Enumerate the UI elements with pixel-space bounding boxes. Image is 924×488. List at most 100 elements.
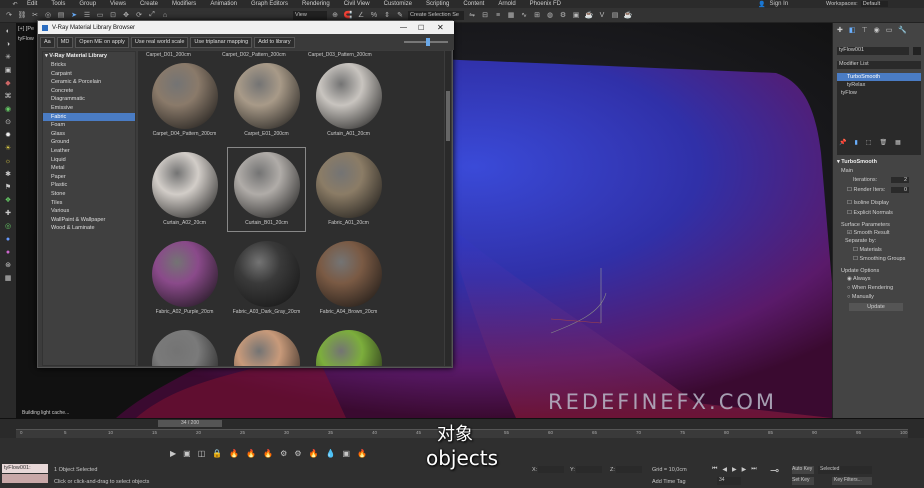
fire-icon[interactable]: 🔥	[357, 449, 367, 458]
material-tile[interactable]: Fabric_A01_20cm	[310, 148, 387, 231]
manually-radio[interactable]: ○ Manually	[837, 294, 921, 300]
render-frame-icon[interactable]: ▣	[571, 10, 581, 20]
dialog-titlebar[interactable]: V-Ray Material Library Browser — ☐ ✕	[38, 21, 454, 34]
strip-icon-4[interactable]: ▣	[3, 66, 13, 75]
z-field[interactable]	[616, 466, 642, 473]
place-icon[interactable]: ⌂	[160, 10, 170, 20]
scene-explorer-icon[interactable]: ▦	[506, 10, 516, 20]
snap-icon[interactable]: 🧲	[343, 10, 353, 20]
strip-icon-16[interactable]: ◎	[3, 222, 13, 231]
category-item[interactable]: Leather	[43, 147, 135, 156]
material-tile[interactable]: Fabric_A03_Dark_Gray_20cm	[228, 237, 305, 320]
maximize-icon[interactable]: ☐	[418, 24, 424, 32]
slider-thumb[interactable]	[426, 38, 430, 46]
add-to-library-button[interactable]: Add to library	[254, 36, 295, 48]
align-icon[interactable]: ⊟	[480, 10, 490, 20]
strip-icon-19[interactable]: ⊛	[3, 261, 13, 270]
menu-rendering[interactable]: Rendering	[295, 0, 337, 8]
category-item[interactable]: Ground	[43, 138, 135, 147]
category-item[interactable]: Carpaint	[43, 70, 135, 79]
category-item[interactable]: Tiles	[43, 199, 135, 208]
edit-named-sel-icon[interactable]: ✎	[395, 10, 405, 20]
strip-icon-14[interactable]: ❖	[3, 196, 13, 205]
object-name-field[interactable]: tyFlow001	[837, 47, 909, 55]
category-item[interactable]: Metal	[43, 164, 135, 173]
select-icon[interactable]: ➤	[69, 10, 79, 20]
menu-graph-editors[interactable]: Graph Editors	[244, 0, 295, 8]
workspace-select[interactable]: Default	[860, 1, 889, 7]
real-world-scale-button[interactable]: Use real world scale	[130, 36, 189, 48]
render-icon[interactable]: ☕	[584, 10, 594, 20]
strip-icon-2[interactable]: ◑	[3, 40, 13, 49]
thumbnail-size-slider[interactable]	[404, 38, 448, 46]
strip-icon-13[interactable]: ⚑	[3, 183, 13, 192]
material-tile[interactable]: Carpet_E01_200cm	[228, 59, 305, 142]
tree-root[interactable]: ▾ V-Ray Material Library	[43, 52, 135, 61]
update-button[interactable]: Update	[849, 303, 903, 311]
material-editor-icon[interactable]: ◍	[545, 10, 555, 20]
category-item[interactable]: Wood & Laminate	[43, 224, 135, 233]
stack-item-tyrelax[interactable]: tyRelax	[837, 81, 921, 89]
time-slider[interactable]: 34 / 200	[158, 420, 222, 427]
configure-sets-icon[interactable]: ▦	[895, 139, 901, 146]
md-button[interactable]: MD	[56, 36, 74, 48]
redo-icon[interactable]: ↷	[4, 10, 14, 20]
cube-icon[interactable]: ▣	[342, 449, 350, 458]
material-tile[interactable]: Curtain_A01_20cm	[310, 59, 387, 142]
category-item[interactable]: Emissive	[43, 104, 135, 113]
when-rendering-radio[interactable]: ○ When Rendering	[837, 285, 921, 291]
material-tile[interactable]	[146, 326, 223, 366]
always-radio[interactable]: ◉ Always	[837, 276, 921, 282]
utilities-tab-icon[interactable]: 🔧	[898, 26, 907, 34]
menu-phoenix-fd[interactable]: Phoenix FD	[523, 0, 568, 8]
menu-views[interactable]: Views	[103, 0, 133, 8]
go-end-icon[interactable]: ⏭	[751, 466, 756, 473]
category-item[interactable]: WallPaint & Wallpaper	[43, 216, 135, 225]
scrollbar-thumb[interactable]	[446, 91, 450, 141]
x-field[interactable]	[538, 466, 564, 473]
vray-frame-icon[interactable]: ▤	[610, 10, 620, 20]
link-icon[interactable]: ⛓	[17, 10, 27, 20]
fire-icon[interactable]: 🔥	[309, 449, 319, 458]
materials-checkbox[interactable]: ☐ Materials	[837, 247, 921, 253]
viewport-label[interactable]: [+] [Pe	[18, 26, 34, 32]
category-item[interactable]: Diagrammatic	[43, 95, 135, 104]
menu-group[interactable]: Group	[72, 0, 103, 8]
scale-icon[interactable]: ⤢	[147, 10, 157, 20]
category-item[interactable]: Various	[43, 207, 135, 216]
next-frame-icon[interactable]: ▶	[742, 466, 747, 473]
bind-icon[interactable]: ◎	[43, 10, 53, 20]
strip-icon-18[interactable]: ●	[3, 248, 13, 257]
teapot-icon[interactable]: ☕	[623, 10, 633, 20]
material-tile[interactable]: Curtain_B01_20cm	[227, 147, 306, 232]
category-item[interactable]: Paper	[43, 173, 135, 182]
stack-item-tyflow[interactable]: tyFlow	[837, 89, 921, 97]
motion-tab-icon[interactable]: ◉	[874, 26, 880, 34]
category-item-fabric-selected[interactable]: Fabric	[43, 112, 135, 122]
play-anim-icon[interactable]: ▶	[732, 466, 737, 473]
pivot-icon[interactable]: ⊕	[330, 10, 340, 20]
frame-field[interactable]: 34	[717, 477, 741, 485]
isolate-icon[interactable]: ◫	[198, 449, 206, 458]
percent-snap-icon[interactable]: %	[369, 10, 379, 20]
menu-arnold[interactable]: Arnold	[491, 0, 522, 8]
stack-item-turbosmooth[interactable]: TurboSmooth	[837, 73, 921, 81]
curve-editor-icon[interactable]: ∿	[519, 10, 529, 20]
selection-set-dropdown[interactable]: Create Selection Se	[408, 10, 464, 20]
spinner-snap-icon[interactable]: ⇕	[382, 10, 392, 20]
vray-icon[interactable]: V	[597, 10, 607, 20]
key-icon[interactable]: ⊸	[770, 464, 779, 477]
material-tile[interactable]: Curtain_A02_20cm	[146, 148, 223, 231]
select-filter-icon[interactable]: ▤	[56, 10, 66, 20]
strip-icon-7[interactable]: ◉	[3, 105, 13, 114]
strip-icon-5[interactable]: ◆	[3, 79, 13, 88]
category-item[interactable]: Bricks	[43, 61, 135, 70]
iterations-spinner[interactable]: 2	[891, 177, 909, 183]
drop-icon[interactable]: 💧	[325, 449, 335, 458]
category-item[interactable]: Foam	[43, 121, 135, 130]
go-start-icon[interactable]: ⏮	[712, 466, 717, 473]
create-tab-icon[interactable]: ✚	[837, 26, 843, 34]
gear-icon[interactable]: ⚙	[280, 449, 287, 458]
menu-civil-view[interactable]: Civil View	[337, 0, 377, 8]
layer-icon[interactable]: ▣	[183, 449, 191, 458]
